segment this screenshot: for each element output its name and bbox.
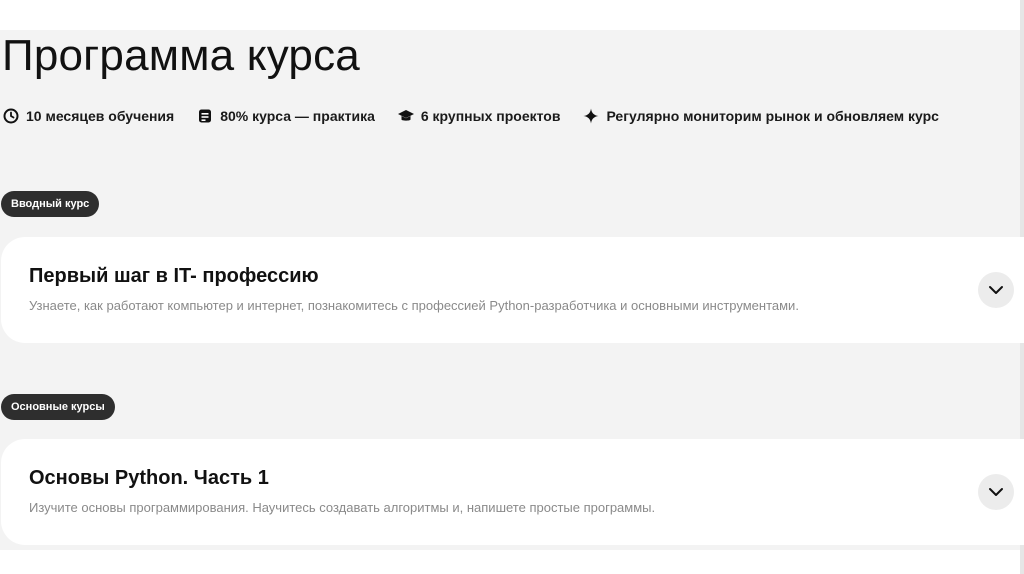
feature-label: Регулярно мониторим рынок и обновляем ку… <box>606 108 939 124</box>
section-tag-main: Основные курсы <box>1 394 115 420</box>
feature-duration: 10 месяцев обучения <box>2 107 174 125</box>
course-description: Узнаете, как работают компьютер и интерн… <box>29 298 799 313</box>
expand-button[interactable] <box>978 272 1014 308</box>
feature-practice: 80% курса — практика <box>196 107 375 125</box>
graduation-cap-icon <box>397 107 415 125</box>
feature-label: 80% курса — практика <box>220 108 375 124</box>
course-title: Первый шаг в IT- профессию <box>29 265 319 287</box>
chevron-down-icon <box>988 487 1004 497</box>
feature-list: 10 месяцев обучения 80% курса — практика… <box>2 104 939 128</box>
feature-label: 10 месяцев обучения <box>26 108 175 124</box>
expand-button[interactable] <box>978 474 1014 510</box>
document-icon <box>196 107 214 125</box>
course-card[interactable]: Основы Python. Часть 1 Изучите основы пр… <box>1 439 1024 545</box>
section-tag-intro: Вводный курс <box>1 191 100 217</box>
chevron-down-icon <box>988 285 1004 295</box>
feature-projects: 6 крупных проектов <box>397 107 561 125</box>
course-title: Основы Python. Часть 1 <box>29 467 269 489</box>
clock-icon <box>2 107 20 125</box>
feature-updates: Регулярно мониторим рынок и обновляем ку… <box>582 107 939 125</box>
page-title: Программа курса <box>2 31 360 80</box>
sparkle-icon <box>582 107 600 125</box>
course-description: Изучите основы программирования. Научите… <box>29 500 656 515</box>
feature-label: 6 крупных проектов <box>420 108 561 124</box>
course-card[interactable]: Первый шаг в IT- профессию Узнаете, как … <box>1 237 1024 343</box>
